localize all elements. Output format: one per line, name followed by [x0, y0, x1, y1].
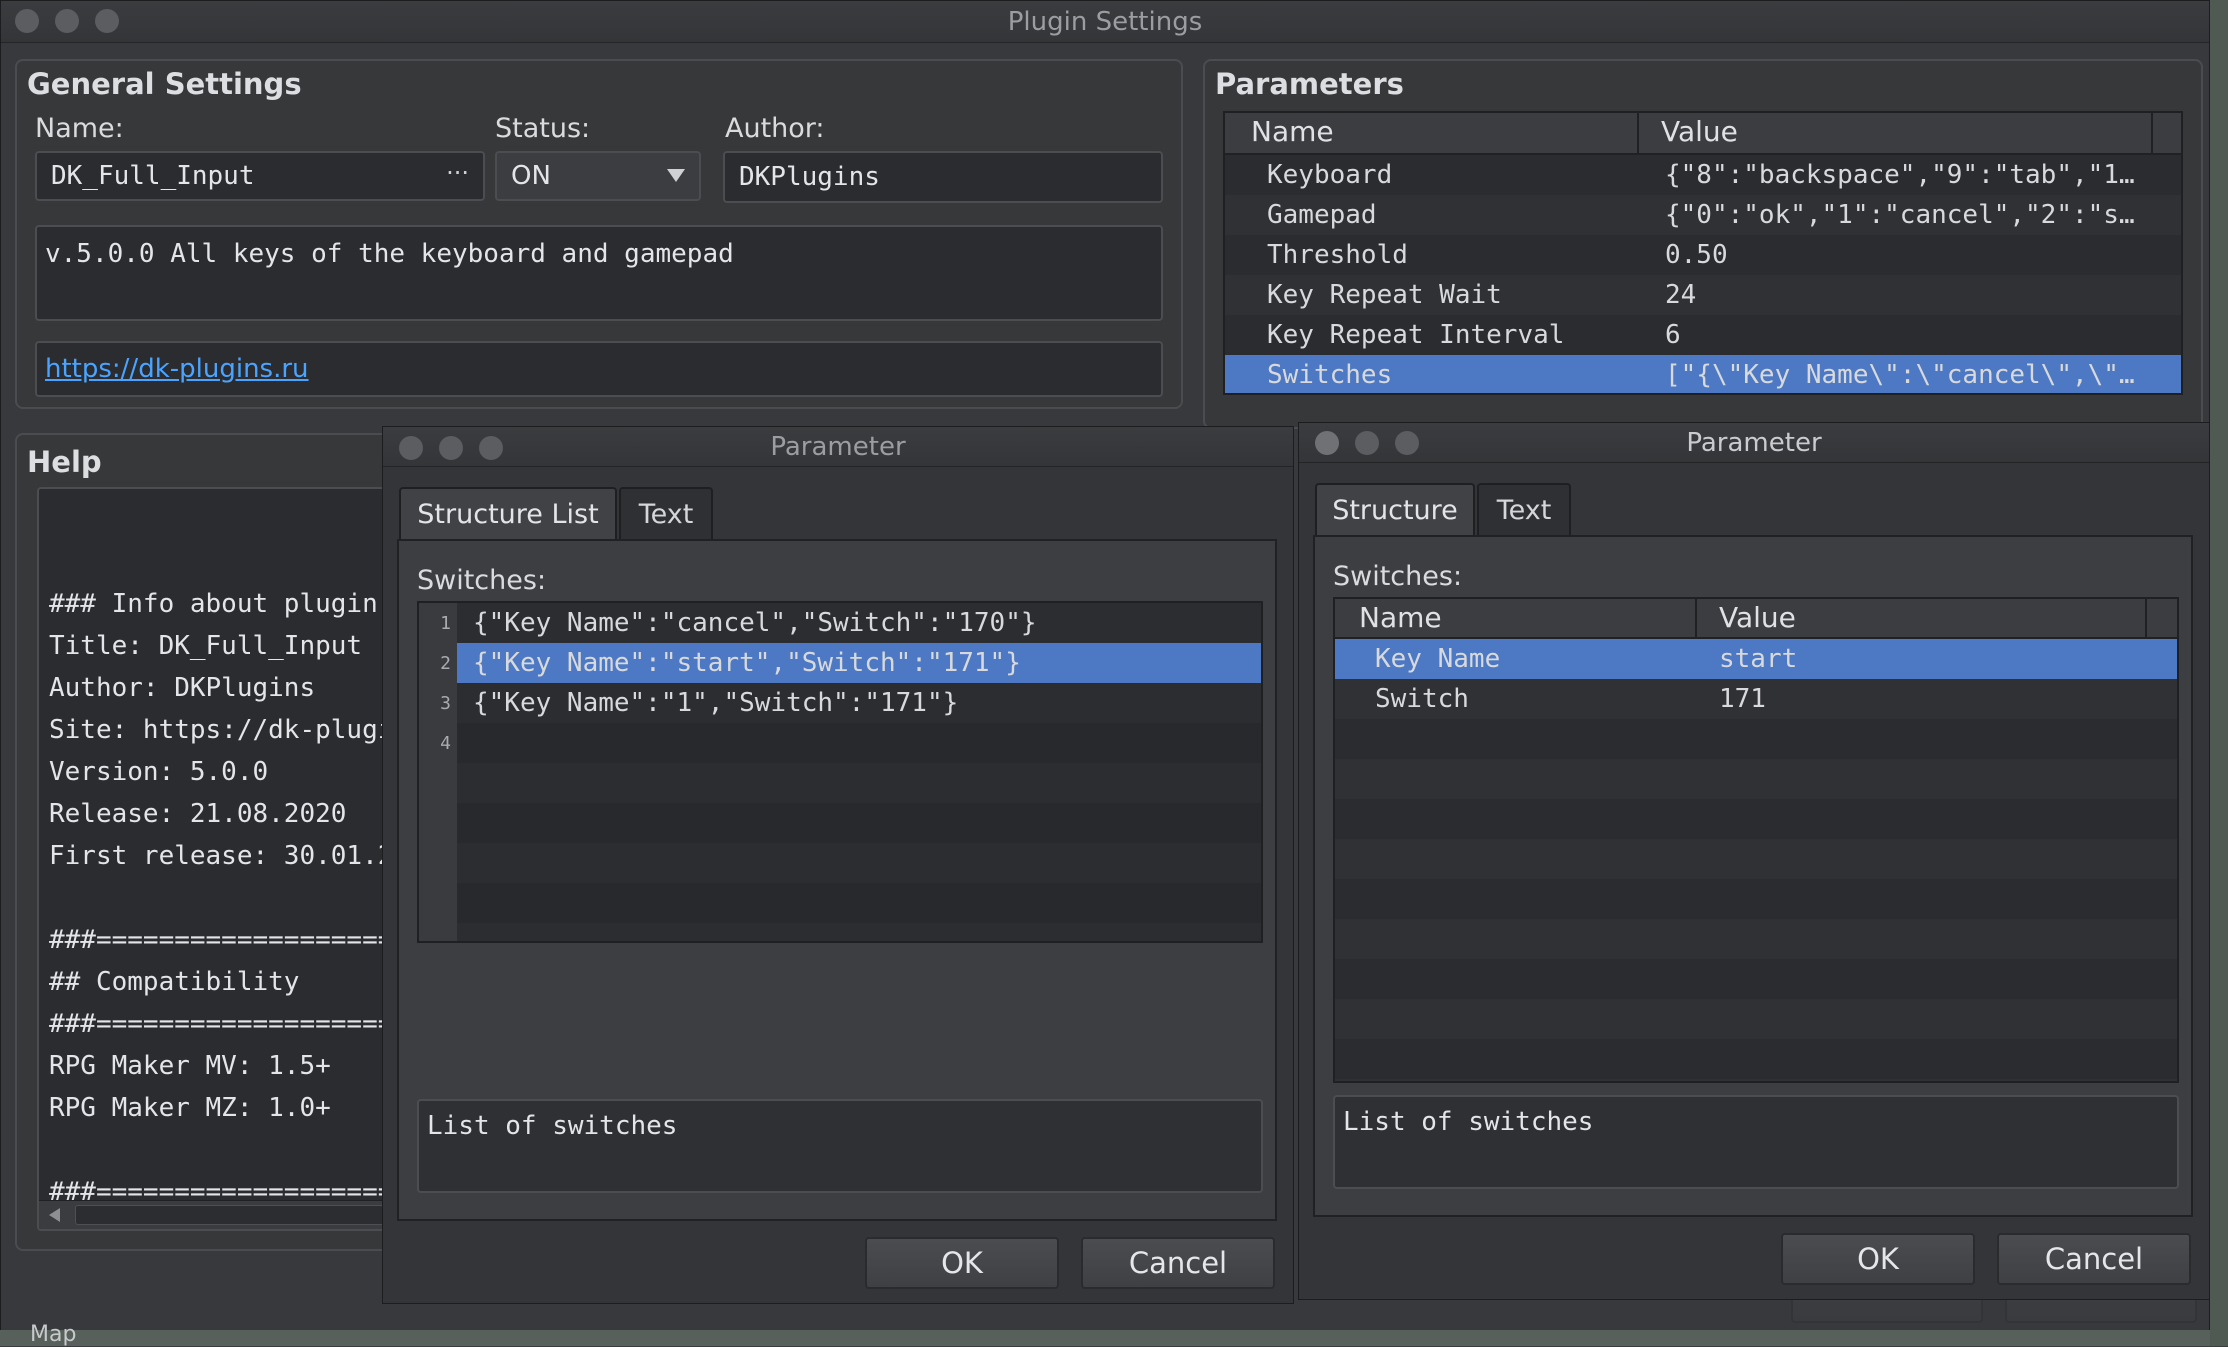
- general-settings-title: General Settings: [27, 67, 302, 101]
- field-value: 171: [1719, 684, 1766, 714]
- name-label: Name:: [35, 113, 124, 144]
- ok-button[interactable]: OK: [1781, 1233, 1975, 1285]
- scroll-left-icon[interactable]: [49, 1208, 60, 1222]
- window-title: Plugin Settings: [1007, 7, 1203, 37]
- switches-list[interactable]: 1 2 3 4 {"Key Name":"cancel","Switch":"1…: [417, 601, 1263, 943]
- field-name: Key Name: [1375, 644, 1501, 674]
- param-name: Switches: [1267, 360, 1393, 390]
- parameters-title: Parameters: [1215, 67, 1404, 101]
- param-value: {"0":"ok","1":"cancel","2":"shif…: [1665, 200, 2147, 230]
- dialog-titlebar: Parameter: [1299, 423, 2209, 463]
- table-row[interactable]: Key Repeat Wait 24: [1225, 275, 2181, 315]
- ok-button[interactable]: OK: [865, 1237, 1059, 1289]
- param-name: Gamepad: [1267, 200, 1377, 230]
- plugin-url-link[interactable]: https://dk-plugins.ru: [45, 354, 309, 384]
- table-row-selected[interactable]: Key Name start: [1335, 639, 2177, 679]
- name-column-header[interactable]: Name: [1251, 113, 1334, 151]
- description-text: List of switches: [427, 1111, 678, 1141]
- more-options-icon[interactable]: ···: [446, 159, 469, 187]
- structure-table-header: Name Value: [1335, 599, 2177, 639]
- tab-text[interactable]: Text: [619, 487, 713, 539]
- switches-label: Switches:: [417, 565, 547, 596]
- list-item[interactable]: {"Key Name":"cancel","Switch":"170"}: [457, 603, 1261, 643]
- map-tab-label: Map: [30, 1322, 77, 1347]
- table-row[interactable]: Switch 171: [1335, 679, 2177, 719]
- tab-text[interactable]: Text: [1477, 483, 1571, 535]
- param-value: 0.50: [1665, 240, 1728, 270]
- param-value: {"8":"backspace","9":"tab","13":…: [1665, 160, 2147, 190]
- param-name: Threshold: [1267, 240, 1408, 270]
- author-field[interactable]: DKPlugins: [723, 151, 1163, 203]
- dialog-title: Parameter: [1686, 428, 1822, 458]
- chevron-down-icon: [667, 169, 685, 182]
- dialog-titlebar: Parameter: [383, 427, 1293, 467]
- field-value: start: [1719, 644, 1798, 674]
- table-row[interactable]: Key Repeat Interval 6: [1225, 315, 2181, 355]
- param-name: Key Repeat Wait: [1267, 280, 1502, 310]
- dialog-title: Parameter: [770, 432, 906, 462]
- param-name: Key Repeat Interval: [1267, 320, 1565, 350]
- table-row[interactable]: Threshold 0.50: [1225, 235, 2181, 275]
- author-label: Author:: [725, 113, 825, 144]
- switches-label: Switches:: [1333, 561, 1463, 592]
- description-box: List of switches: [1333, 1095, 2179, 1189]
- name-value: DK_Full_Input: [51, 161, 255, 191]
- param-value: 24: [1665, 280, 1697, 310]
- value-column-header[interactable]: Value: [1661, 113, 1738, 151]
- param-value: ["{\"Key Name\":\"cancel\",\"Swi…: [1665, 360, 2147, 390]
- name-field[interactable]: DK_Full_Input ···: [35, 151, 485, 201]
- line-number-gutter: 1 2 3 4: [419, 603, 457, 941]
- status-label: Status:: [495, 113, 591, 144]
- name-column-header[interactable]: Name: [1359, 599, 1442, 637]
- status-value: ON: [511, 161, 551, 191]
- main-titlebar: Plugin Settings: [1, 1, 2209, 43]
- status-select[interactable]: ON: [495, 151, 701, 201]
- list-item[interactable]: {"Key Name":"1","Switch":"171"}: [457, 683, 1261, 723]
- param-name: Keyboard: [1267, 160, 1393, 190]
- parameters-table-header: Name Value: [1225, 113, 2181, 155]
- param-value: 6: [1665, 320, 1681, 350]
- parameter-list-dialog: Parameter Structure List Text Switches: …: [382, 426, 1294, 1304]
- description-box: List of switches: [417, 1099, 1263, 1193]
- tab-structure-list[interactable]: Structure List: [399, 487, 617, 539]
- help-title: Help: [27, 445, 102, 479]
- list-item-selected[interactable]: {"Key Name":"start","Switch":"171"}: [457, 643, 1261, 683]
- editor-background-edge: [2210, 0, 2228, 1346]
- url-field: https://dk-plugins.ru: [35, 341, 1163, 397]
- value-column-header[interactable]: Value: [1719, 599, 1796, 637]
- table-row[interactable]: Gamepad {"0":"ok","1":"cancel","2":"shif…: [1225, 195, 2181, 235]
- table-row[interactable]: Keyboard {"8":"backspace","9":"tab","13"…: [1225, 155, 2181, 195]
- structure-table[interactable]: Name Value Key Name start Switch 171: [1333, 597, 2179, 1083]
- description-text: v.5.0.0 All keys of the keyboard and gam…: [45, 239, 734, 269]
- table-row-selected[interactable]: Switches ["{\"Key Name\":\"cancel\",\"Sw…: [1225, 355, 2181, 393]
- editor-background-strip: Map: [0, 1322, 2228, 1347]
- tab-structure[interactable]: Structure: [1315, 483, 1475, 535]
- parameter-structure-dialog: Parameter Structure Text Switches: Name …: [1298, 422, 2210, 1300]
- parameters-table[interactable]: Name Value Keyboard {"8":"backspace","9"…: [1223, 111, 2183, 395]
- cancel-button[interactable]: Cancel: [1081, 1237, 1275, 1289]
- cancel-button[interactable]: Cancel: [1997, 1233, 2191, 1285]
- description-field[interactable]: v.5.0.0 All keys of the keyboard and gam…: [35, 225, 1163, 321]
- field-name: Switch: [1375, 684, 1469, 714]
- author-value: DKPlugins: [739, 162, 880, 192]
- description-text: List of switches: [1343, 1107, 1594, 1137]
